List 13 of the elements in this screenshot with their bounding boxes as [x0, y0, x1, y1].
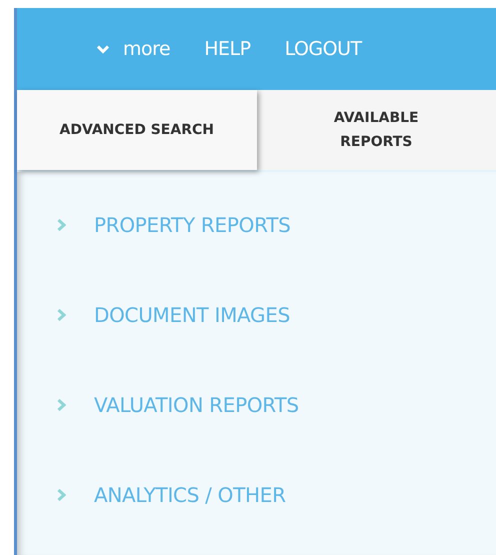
report-category-link[interactable]: ANALYTICS / OTHER	[94, 480, 286, 510]
report-category-link[interactable]: VALUATION REPORTS	[94, 390, 299, 420]
report-category-link[interactable]: PROPERTY REPORTS	[94, 210, 291, 240]
chevron-right-icon	[57, 489, 66, 501]
report-category-link[interactable]: DOCUMENT IMAGES	[94, 300, 290, 330]
chevron-down-icon	[97, 44, 109, 54]
nav-link[interactable]: HELP	[204, 34, 251, 64]
chevron-right-icon	[57, 309, 66, 321]
tab[interactable]: ADVANCED SEARCH	[17, 90, 256, 170]
more-menu[interactable]: more	[97, 34, 170, 64]
chevron-right-icon	[57, 219, 66, 231]
chevron-right-icon	[57, 399, 66, 411]
nav-link[interactable]: LOGOUT	[284, 34, 362, 64]
